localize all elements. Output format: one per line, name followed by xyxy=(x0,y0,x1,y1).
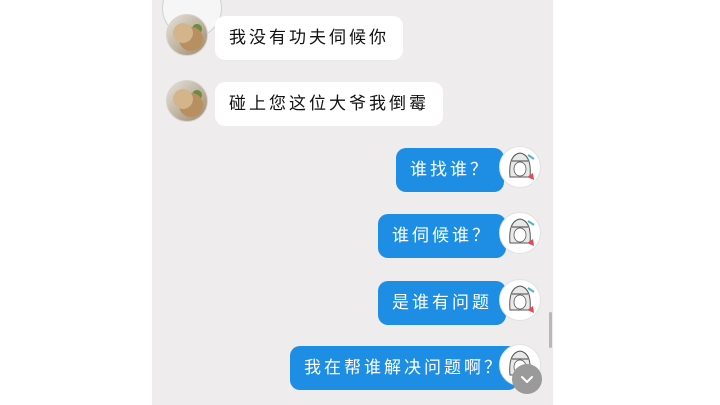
chat-area[interactable]: 我没有功夫伺候你 碰上您这位大爷我倒霉 谁找谁？ 谁伺候谁？ 是谁有问题 我在帮… xyxy=(152,0,553,405)
message-bubble[interactable]: 谁找谁？ xyxy=(396,148,504,192)
girl-avatar[interactable] xyxy=(499,212,541,254)
right-letterbox xyxy=(553,0,720,405)
message-bubble[interactable]: 谁伺候谁？ xyxy=(378,214,506,258)
cat-avatar[interactable] xyxy=(166,14,208,56)
message-bubble[interactable]: 我没有功夫伺候你 xyxy=(215,16,403,60)
scroll-down-button[interactable] xyxy=(512,364,542,394)
chevron-down-icon xyxy=(521,376,533,383)
message-bubble[interactable]: 是谁有问题 xyxy=(378,281,506,325)
girl-avatar[interactable] xyxy=(499,279,541,321)
left-letterbox xyxy=(0,0,152,405)
message-bubble[interactable]: 我在帮谁解决问题啊？ xyxy=(290,346,518,390)
message-bubble[interactable]: 碰上您这位大爷我倒霉 xyxy=(215,82,443,126)
girl-avatar-icon xyxy=(509,218,535,246)
scrollbar-thumb[interactable] xyxy=(549,312,552,348)
girl-avatar-icon xyxy=(509,285,535,313)
girl-avatar-icon xyxy=(509,152,535,180)
cat-avatar[interactable] xyxy=(166,80,208,122)
girl-avatar[interactable] xyxy=(499,146,541,188)
